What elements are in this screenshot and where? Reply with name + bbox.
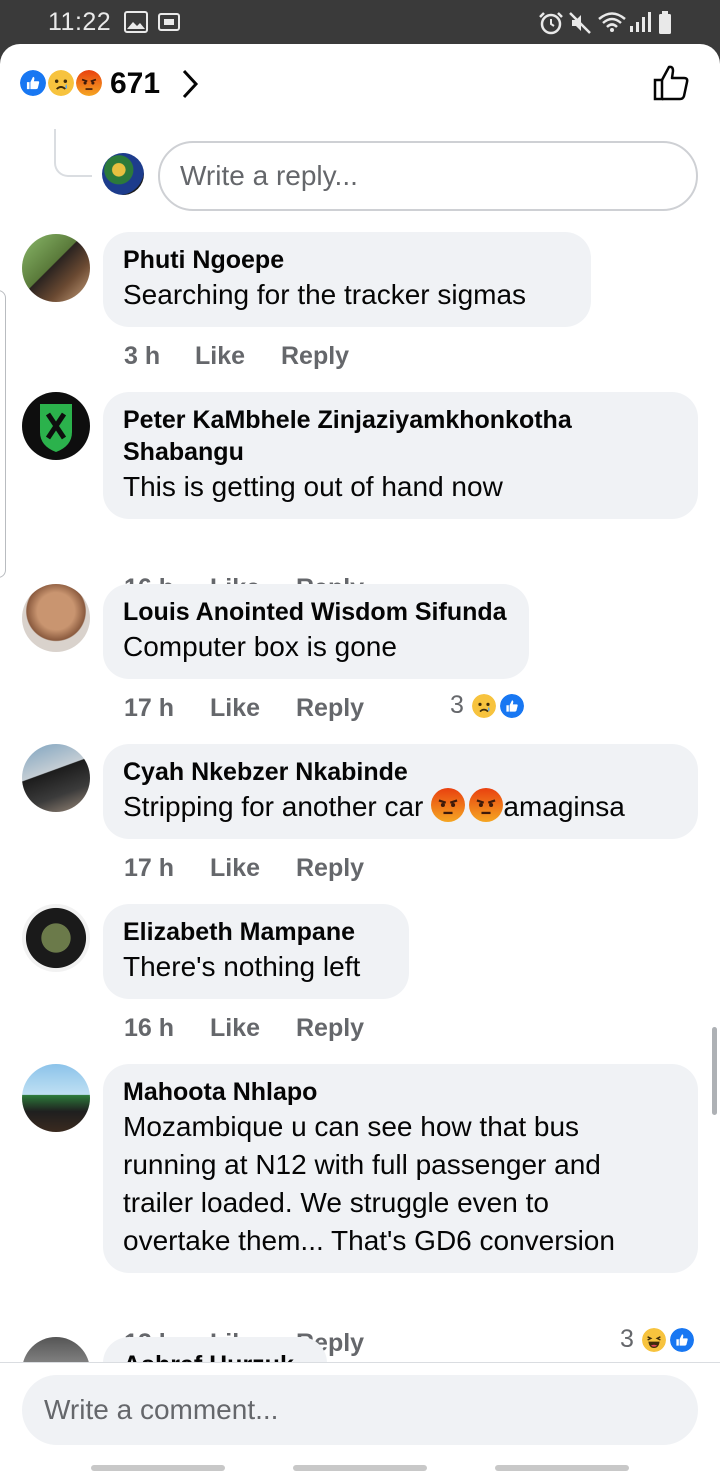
side-panel-edge [0, 290, 6, 578]
alarm-icon [539, 12, 563, 35]
reaction-summary-count: 3 [450, 691, 464, 719]
avatar[interactable] [22, 1064, 90, 1132]
comment-time[interactable]: 17 h [124, 694, 174, 723]
comment-author[interactable]: Cyah Nkebzer Nkabinde [123, 756, 678, 788]
shield-icon [40, 404, 72, 452]
comments-sheet: 671 Write a reply... Phuti Ngoepe Search… [0, 44, 720, 1480]
reaction-summary-count: 3 [620, 1325, 634, 1353]
comment-text: Searching for the tracker sigmas [123, 279, 527, 310]
chevron-right-icon[interactable] [180, 68, 200, 100]
thumbs-up-icon[interactable] [652, 64, 690, 102]
like-button[interactable]: Like [210, 854, 260, 883]
like-icon [18, 68, 48, 98]
comment-text: Stripping for another car amaginsa [123, 788, 678, 826]
signal-icon [630, 12, 651, 32]
avatar[interactable] [22, 584, 90, 652]
nav-recents-button[interactable] [91, 1465, 225, 1471]
angry-icon [469, 788, 504, 822]
angry-icon [74, 68, 104, 98]
comment-author[interactable]: Louis Anointed Wisdom Sifunda [123, 596, 509, 628]
avatar[interactable] [22, 904, 90, 972]
sad-icon [46, 68, 76, 98]
comment-text-line: overtake them... That's GD6 conversion [123, 1225, 615, 1256]
battery-icon [659, 11, 671, 34]
comment-text-line: trailer loaded. We struggle even to [123, 1187, 549, 1218]
comment-text-part: amaginsa [503, 791, 625, 822]
comment-bubble: Elizabeth Mampane There's nothing left [103, 904, 409, 999]
like-icon [498, 692, 526, 720]
status-time: 11:22 [48, 8, 112, 36]
thread-line [54, 129, 92, 177]
sad-icon [470, 692, 498, 720]
avatar[interactable] [22, 392, 90, 460]
haha-icon [640, 1326, 668, 1354]
reply-button[interactable]: Reply [296, 854, 364, 883]
comment-author[interactable]: Mahoota Nhlapo [123, 1076, 678, 1108]
comment-author[interactable]: Elizabeth Mampane [123, 916, 389, 948]
comment-author[interactable]: Phuti Ngoepe [123, 244, 571, 276]
comment-text-part: Stripping for another car [123, 791, 424, 822]
reaction-summary[interactable]: 3 [620, 1325, 700, 1357]
reply-button[interactable]: Reply [281, 342, 349, 371]
comment-text: There's nothing left [123, 951, 361, 982]
like-button[interactable]: Like [210, 694, 260, 723]
comment-composer: Write a comment... [0, 1362, 720, 1480]
comment-bubble: Mahoota Nhlapo Mozambique u can see how … [103, 1064, 698, 1273]
avatar [102, 153, 144, 195]
reply-button[interactable]: Reply [296, 694, 364, 723]
comment-bubble: Peter KaMbhele Zinjaziyamkhonkotha Shaba… [103, 392, 698, 519]
comment-text-line: Mozambique u can see how that bus [123, 1111, 580, 1142]
reply-button[interactable]: Reply [296, 1014, 364, 1043]
comment-bubble: Phuti Ngoepe Searching for the tracker s… [103, 232, 591, 327]
reaction-count: 671 [110, 67, 161, 100]
wifi-icon [598, 12, 626, 32]
cast-icon [158, 13, 180, 31]
comment-author-line-2[interactable]: Shabangu [123, 436, 678, 468]
comment-bubble: Louis Anointed Wisdom Sifunda Computer b… [103, 584, 529, 679]
like-icon [668, 1326, 696, 1354]
scrollbar[interactable] [712, 1027, 717, 1115]
comment-author[interactable]: Peter KaMbhele Zinjaziyamkhonkotha [123, 404, 678, 436]
gallery-icon [124, 11, 148, 33]
comment-bubble: Cyah Nkebzer Nkabinde Stripping for anot… [103, 744, 698, 839]
comment-text-line: running at N12 with full passenger and [123, 1149, 601, 1180]
status-bar: 11:22 [0, 0, 720, 44]
comment-time[interactable]: 16 h [124, 1014, 174, 1043]
avatar[interactable] [22, 234, 90, 302]
reaction-summary[interactable]: 3 [450, 691, 540, 723]
nav-back-button[interactable] [495, 1465, 629, 1471]
comment-text: This is getting out of hand now [123, 471, 503, 502]
nav-home-button[interactable] [293, 1465, 427, 1471]
comment-time[interactable]: 17 h [124, 854, 174, 883]
like-button[interactable]: Like [210, 1014, 260, 1043]
comment-input[interactable]: Write a comment... [22, 1375, 698, 1445]
mute-icon [569, 12, 591, 34]
comment-text: Computer box is gone [123, 631, 397, 662]
angry-icon [431, 788, 466, 822]
like-button[interactable]: Like [195, 342, 245, 371]
comment-time[interactable]: 3 h [124, 342, 160, 371]
avatar[interactable] [22, 744, 90, 812]
reply-input[interactable]: Write a reply... [158, 141, 698, 211]
reactions-header[interactable]: 671 [0, 44, 720, 124]
